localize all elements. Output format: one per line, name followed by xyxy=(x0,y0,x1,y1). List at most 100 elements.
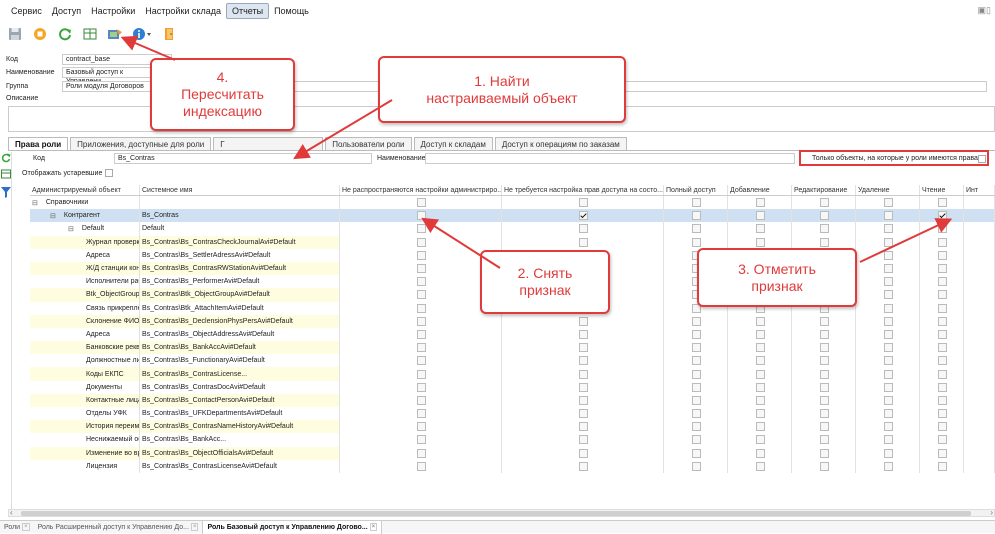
filter-icon[interactable] xyxy=(1,186,11,202)
save-icon[interactable] xyxy=(6,25,24,43)
column-header-7[interactable]: Удаление xyxy=(856,185,920,195)
close-tab-icon[interactable]: × xyxy=(22,523,30,531)
permission-checkbox[interactable] xyxy=(417,422,426,432)
permission-checkbox[interactable] xyxy=(579,237,588,247)
permission-checkbox[interactable] xyxy=(884,409,893,419)
permission-checkbox[interactable] xyxy=(820,356,829,366)
permission-checkbox[interactable] xyxy=(417,224,426,234)
permission-checkbox[interactable] xyxy=(820,343,829,353)
menu-item-5[interactable]: Помощь xyxy=(269,4,314,18)
permission-checkbox[interactable] xyxy=(938,198,947,208)
permission-checkbox[interactable] xyxy=(938,224,947,234)
tab-3[interactable]: Пользователи роли xyxy=(325,137,412,150)
permission-checkbox[interactable] xyxy=(938,422,947,432)
reindex-icon[interactable] xyxy=(106,25,124,43)
permission-checkbox[interactable] xyxy=(884,369,893,379)
permission-checkbox[interactable] xyxy=(692,422,701,432)
permission-checkbox[interactable] xyxy=(417,316,426,326)
menu-item-1[interactable]: Доступ xyxy=(47,4,86,18)
permission-checkbox[interactable] xyxy=(938,250,947,260)
table-row[interactable]: ⊟ Контрагент Bs_Contras xyxy=(30,209,995,223)
permission-checkbox[interactable] xyxy=(692,382,701,392)
permission-checkbox[interactable] xyxy=(692,329,701,339)
table-row[interactable]: Должностные лицаBs_Contras\Bs_Functionar… xyxy=(30,354,995,368)
permission-checkbox[interactable] xyxy=(884,422,893,432)
permission-checkbox[interactable] xyxy=(938,290,947,300)
permission-checkbox[interactable] xyxy=(417,343,426,353)
table-row[interactable]: Журнал проверки контBs_Contras\Bs_Contra… xyxy=(30,235,995,249)
permission-checkbox[interactable] xyxy=(884,250,893,260)
permission-checkbox[interactable] xyxy=(756,448,765,458)
stop-icon[interactable] xyxy=(31,25,49,43)
permission-checkbox[interactable] xyxy=(579,224,588,234)
permission-checkbox[interactable] xyxy=(820,211,829,221)
scroll-right-icon[interactable]: › xyxy=(990,508,993,517)
permission-checkbox[interactable] xyxy=(579,422,588,432)
permission-checkbox[interactable] xyxy=(884,395,893,405)
table-row[interactable]: Документы Bs_Contras\Bs_ContrasDocAvi#Def… xyxy=(30,380,995,394)
column-header-9[interactable]: Инт xyxy=(964,185,995,195)
permission-checkbox[interactable] xyxy=(820,329,829,339)
column-header-5[interactable]: Добавление xyxy=(728,185,792,195)
permission-checkbox[interactable] xyxy=(756,224,765,234)
permission-checkbox[interactable] xyxy=(579,316,588,326)
permission-checkbox[interactable] xyxy=(884,264,893,274)
permission-checkbox[interactable] xyxy=(756,395,765,405)
name-field[interactable]: Базовый доступ к Управлени xyxy=(62,67,160,85)
permission-checkbox[interactable] xyxy=(579,369,588,379)
permission-checkbox[interactable] xyxy=(417,264,426,274)
permission-checkbox[interactable] xyxy=(884,198,893,208)
column-header-4[interactable]: Полный доступ xyxy=(664,185,728,195)
permission-checkbox[interactable] xyxy=(820,369,829,379)
permission-checkbox[interactable] xyxy=(938,369,947,379)
filter-code-input[interactable]: Bs_Contras xyxy=(114,153,372,164)
permission-checkbox[interactable] xyxy=(579,382,588,392)
column-header-3[interactable]: Не требуется настройка прав доступа на с… xyxy=(502,185,664,195)
permission-checkbox[interactable] xyxy=(884,435,893,445)
document-tab-2[interactable]: Роль Базовый доступ к Управлению Догово.… xyxy=(202,520,383,534)
permission-checkbox[interactable] xyxy=(756,343,765,353)
permission-checkbox[interactable] xyxy=(417,435,426,445)
permission-checkbox[interactable] xyxy=(938,343,947,353)
tab-4[interactable]: Доступ к складам xyxy=(413,137,493,150)
permission-checkbox[interactable] xyxy=(417,369,426,379)
permission-checkbox[interactable] xyxy=(938,409,947,419)
scrollbar-thumb[interactable] xyxy=(21,511,971,516)
permission-checkbox[interactable] xyxy=(692,198,701,208)
permission-checkbox[interactable] xyxy=(417,211,426,221)
permission-checkbox[interactable] xyxy=(579,448,588,458)
column-header-8[interactable]: Чтение xyxy=(920,185,964,195)
permission-checkbox[interactable] xyxy=(417,329,426,339)
table-row[interactable]: Изменение во времениBs_Contras\Bs_Object… xyxy=(30,446,995,460)
permission-checkbox[interactable] xyxy=(820,409,829,419)
permission-checkbox[interactable] xyxy=(417,303,426,313)
table-row[interactable]: Контактные лица Bs_Contras\Bs_ContactPers… xyxy=(30,393,995,407)
permission-checkbox[interactable] xyxy=(884,303,893,313)
menu-item-4[interactable]: Отчеты xyxy=(225,3,270,19)
permission-checkbox[interactable] xyxy=(820,382,829,392)
column-header-6[interactable]: Редактирование xyxy=(792,185,856,195)
permission-checkbox[interactable] xyxy=(938,382,947,392)
menu-item-3[interactable]: Настройки склада xyxy=(140,4,226,18)
column-header-2[interactable]: Не распространяются настройки администри… xyxy=(340,185,502,195)
tab-0[interactable]: Права роли xyxy=(8,137,69,150)
permission-checkbox[interactable] xyxy=(692,435,701,445)
permission-checkbox[interactable] xyxy=(938,356,947,366)
permission-checkbox[interactable] xyxy=(692,224,701,234)
permission-checkbox[interactable] xyxy=(820,448,829,458)
table-row[interactable]: Адреса Bs_Contras\Bs_ObjectAddressAvi#Def… xyxy=(30,327,995,342)
permission-checkbox[interactable] xyxy=(692,343,701,353)
filter-name-input[interactable] xyxy=(425,153,795,164)
permission-checkbox[interactable] xyxy=(417,461,426,471)
permission-checkbox[interactable] xyxy=(692,395,701,405)
column-header-1[interactable]: Системное имя xyxy=(140,185,340,195)
permission-checkbox[interactable] xyxy=(820,224,829,234)
permission-checkbox[interactable] xyxy=(756,409,765,419)
permission-checkbox[interactable] xyxy=(756,198,765,208)
permission-checkbox[interactable] xyxy=(884,224,893,234)
permission-checkbox[interactable] xyxy=(756,422,765,432)
permission-checkbox[interactable] xyxy=(820,435,829,445)
permission-checkbox[interactable] xyxy=(579,356,588,366)
permission-checkbox[interactable] xyxy=(884,237,893,247)
permission-checkbox[interactable] xyxy=(579,409,588,419)
